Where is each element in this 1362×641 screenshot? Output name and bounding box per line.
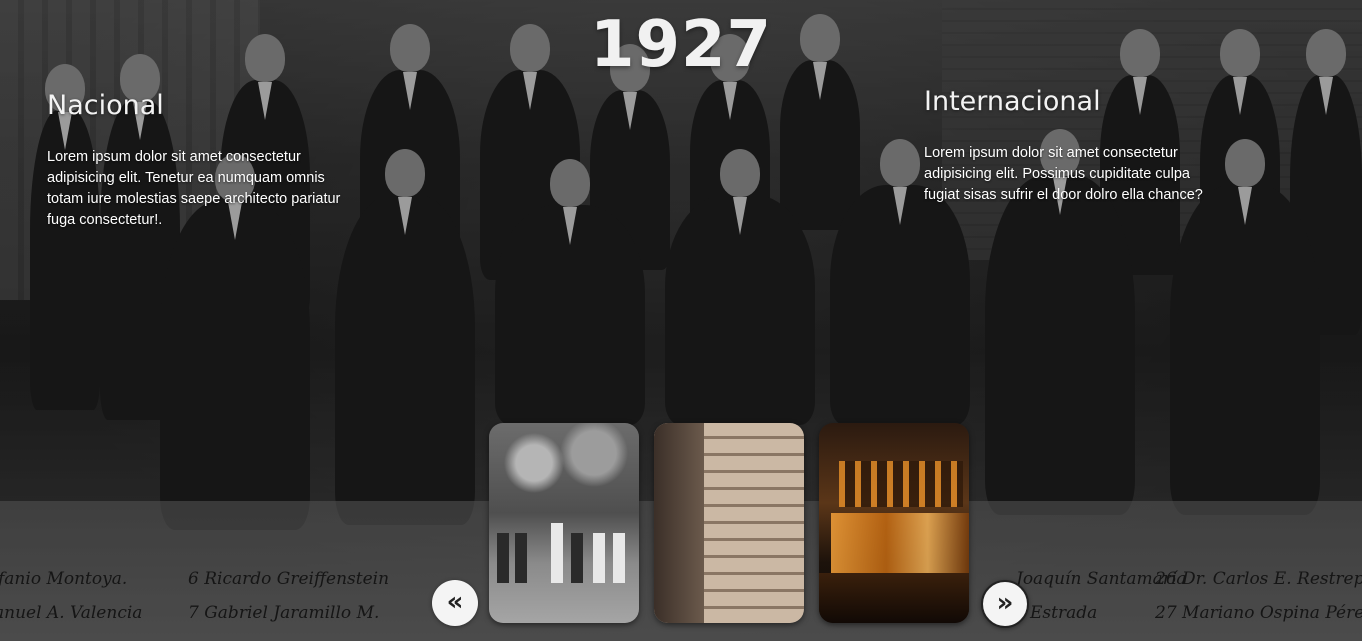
international-title: Internacional [924,86,1101,117]
carousel-item-coffee-sacks[interactable] [654,423,804,623]
carousel-item-coffee-shop[interactable] [819,423,969,623]
national-title: Nacional [47,90,164,121]
carousel-prev-button[interactable]: « [432,580,478,626]
international-text: Lorem ipsum dolor sit amet consectetur a… [924,145,1203,203]
national-text: Lorem ipsum dolor sit amet consectetur a… [47,149,341,228]
timeline-year: 1927 [589,8,773,82]
carousel-item-coffee-workers[interactable] [489,423,639,623]
international-panel: Internacional Lorem ipsum dolor sit amet… [924,86,1224,206]
carousel-next-button[interactable]: » [981,580,1029,628]
national-panel: Nacional Lorem ipsum dolor sit amet cons… [47,90,347,231]
